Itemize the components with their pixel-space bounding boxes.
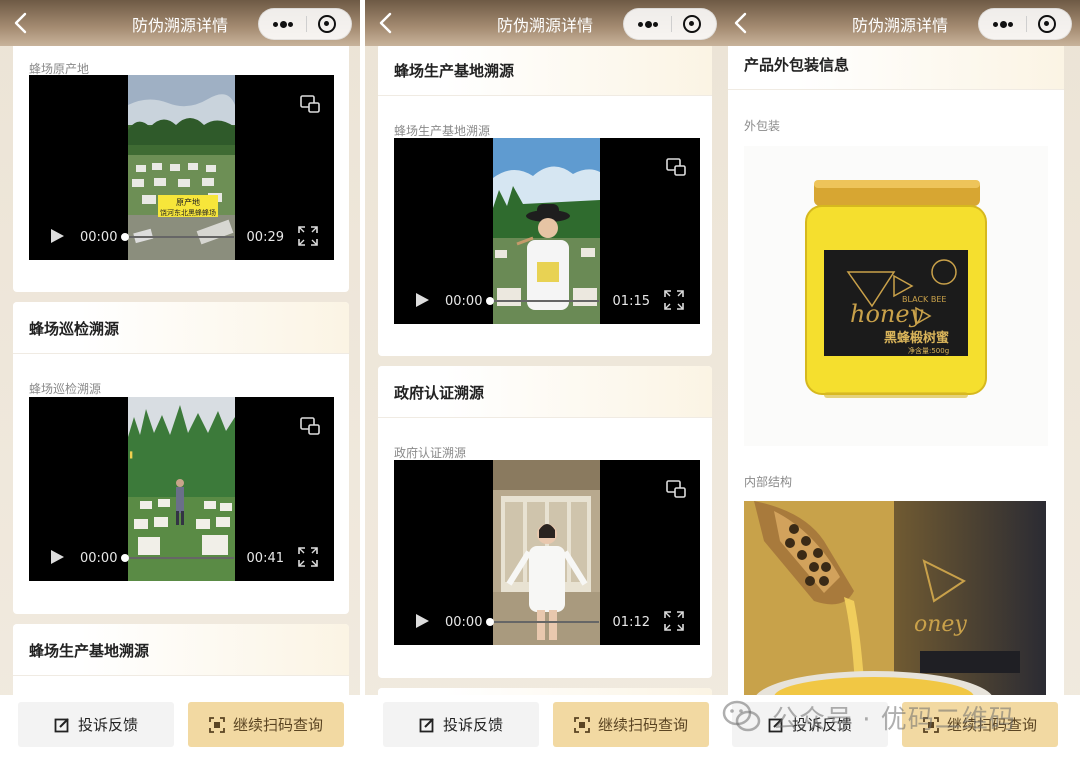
fullscreen-icon[interactable] bbox=[664, 290, 684, 310]
video-current-time: 00:00 bbox=[80, 230, 118, 245]
card-title: 蜂场生产基地溯源 bbox=[29, 642, 150, 660]
card-header: 蜂场巡检溯源 bbox=[13, 302, 349, 354]
fullscreen-icon[interactable] bbox=[664, 611, 684, 631]
more-dots-icon[interactable] bbox=[624, 9, 670, 39]
play-icon[interactable] bbox=[414, 613, 430, 629]
svg-text:饶河东北黑蜂蜂场: 饶河东北黑蜂蜂场 bbox=[160, 208, 216, 217]
video-duration: 01:15 bbox=[612, 294, 650, 309]
more-dots-icon[interactable] bbox=[259, 9, 305, 39]
nav-bar: 防伪溯源详情 bbox=[720, 0, 1080, 46]
play-icon[interactable] bbox=[49, 228, 65, 244]
inner-structure-image: oney bbox=[744, 501, 1046, 711]
fullscreen-icon[interactable] bbox=[298, 547, 318, 567]
more-dots-icon[interactable] bbox=[979, 9, 1025, 39]
watermark-text: 公众号 · 优码二维码 bbox=[772, 704, 1016, 735]
continue-scan-button-label: 继续扫码查询 bbox=[232, 716, 323, 734]
svg-text:原产地: 原产地 bbox=[176, 197, 200, 207]
screen-panel-3: 防伪溯源详情 产品外包装信息 外包装 BLACK BEE honey 黑蜂椴树蜜… bbox=[720, 0, 1080, 761]
svg-text:oney: oney bbox=[914, 612, 967, 637]
mini-program-capsule bbox=[623, 8, 717, 40]
trace-card-production-base: 蜂场生产基地溯源 蜂场生产基地溯源 00:00 01:15 bbox=[378, 44, 712, 356]
video-label: 蜂场生产基地溯源 bbox=[394, 124, 491, 138]
trace-card-inspection: 蜂场巡检溯源 蜂场巡检溯源 ▌ 00:00 00:41 bbox=[13, 302, 349, 614]
play-icon[interactable] bbox=[414, 292, 430, 308]
mini-program-capsule bbox=[978, 8, 1072, 40]
outer-package-image: BLACK BEE honey 黑蜂椴树蜜 净含量:500g bbox=[744, 146, 1048, 446]
edit-icon bbox=[419, 717, 434, 732]
wechat-icon bbox=[722, 700, 761, 732]
pip-icon[interactable] bbox=[666, 480, 686, 498]
fullscreen-icon[interactable] bbox=[298, 226, 318, 246]
video-progress-knob[interactable] bbox=[121, 233, 129, 241]
video-player[interactable]: 00:00 01:15 bbox=[394, 138, 700, 324]
svg-text:▌: ▌ bbox=[129, 451, 135, 459]
screen-panel-1: 防伪溯源详情 蜂场原产地 原产地 饶河东北黑蜂蜂场 00:00 00:29 蜂场… bbox=[0, 0, 360, 761]
complaint-button-label: 投诉反馈 bbox=[77, 716, 138, 734]
video-player[interactable]: ▌ 00:00 00:41 bbox=[29, 397, 334, 581]
product-script: honey bbox=[850, 300, 924, 328]
target-circle-icon[interactable] bbox=[670, 9, 716, 39]
video-current-time: 00:00 bbox=[445, 294, 483, 309]
card-header: 政府认证溯源 bbox=[378, 366, 712, 418]
video-player[interactable]: 00:00 01:12 bbox=[394, 460, 700, 645]
trace-card-government: 政府认证溯源 政府认证溯源 00:00 01:12 bbox=[378, 366, 712, 678]
complaint-button-label: 投诉反馈 bbox=[442, 716, 503, 734]
play-icon[interactable] bbox=[49, 549, 65, 565]
watermark: 公众号 · 优码二维码 bbox=[722, 697, 1016, 737]
video-progress-bar[interactable] bbox=[124, 557, 234, 559]
card-title: 蜂场生产基地溯源 bbox=[394, 62, 515, 80]
video-thumbnail-official bbox=[493, 460, 600, 645]
scan-icon bbox=[574, 716, 590, 733]
nav-bar: 防伪溯源详情 bbox=[365, 0, 725, 46]
product-name: 黑蜂椴树蜜 bbox=[884, 330, 949, 346]
product-net-weight: 净含量:500g bbox=[908, 346, 949, 355]
complaint-button[interactable]: 投诉反馈 bbox=[18, 702, 174, 747]
video-progress-knob[interactable] bbox=[486, 297, 494, 305]
video-progress-bar[interactable] bbox=[489, 621, 599, 623]
video-duration: 00:41 bbox=[246, 551, 284, 566]
card-header: 蜂场生产基地溯源 bbox=[378, 44, 712, 96]
card-title: 产品外包装信息 bbox=[744, 56, 850, 74]
target-circle-icon[interactable] bbox=[305, 9, 351, 39]
chevron-left-icon[interactable] bbox=[10, 10, 34, 36]
card-title: 蜂场巡检溯源 bbox=[29, 320, 120, 338]
video-label: 政府认证溯源 bbox=[394, 446, 467, 460]
pip-icon[interactable] bbox=[666, 158, 686, 176]
screen-panel-2: 防伪溯源详情 蜂场生产基地溯源 蜂场生产基地溯源 00:00 01:15 政府认… bbox=[365, 0, 725, 761]
complaint-button[interactable]: 投诉反馈 bbox=[383, 702, 539, 747]
video-progress-knob[interactable] bbox=[486, 618, 494, 626]
nav-bar: 防伪溯源详情 bbox=[0, 0, 360, 46]
target-circle-icon[interactable] bbox=[1025, 9, 1071, 39]
card-title: 政府认证溯源 bbox=[394, 384, 485, 402]
edit-icon bbox=[54, 717, 69, 732]
pip-icon[interactable] bbox=[300, 95, 320, 113]
continue-scan-button[interactable]: 继续扫码查询 bbox=[188, 702, 344, 747]
scan-icon bbox=[209, 716, 225, 733]
video-current-time: 00:00 bbox=[445, 615, 483, 630]
video-label: 蜂场巡检溯源 bbox=[29, 382, 102, 396]
video-thumbnail-inspection: ▌ bbox=[128, 397, 235, 581]
video-progress-bar[interactable] bbox=[124, 236, 234, 238]
bottom-action-bar: 投诉反馈 继续扫码查询 bbox=[0, 695, 360, 761]
card-header: 蜂场生产基地溯源 bbox=[13, 624, 349, 676]
inner-structure-label: 内部结构 bbox=[744, 475, 793, 489]
video-player[interactable]: 原产地 饶河东北黑蜂蜂场 00:00 00:29 bbox=[29, 75, 334, 260]
bottom-action-bar: 投诉反馈 继续扫码查询 bbox=[365, 695, 725, 761]
video-duration: 01:12 bbox=[612, 615, 650, 630]
product-packaging-card: 产品外包装信息 外包装 BLACK BEE honey 黑蜂椴树蜜 净含量:50… bbox=[728, 38, 1064, 758]
mini-program-capsule bbox=[258, 8, 352, 40]
pip-icon[interactable] bbox=[300, 417, 320, 435]
continue-scan-button[interactable]: 继续扫码查询 bbox=[553, 702, 709, 747]
trace-card-origin: 蜂场原产地 原产地 饶河东北黑蜂蜂场 00:00 00:29 bbox=[13, 40, 349, 292]
outer-package-label: 外包装 bbox=[744, 119, 781, 133]
chevron-left-icon[interactable] bbox=[375, 10, 399, 36]
video-progress-knob[interactable] bbox=[121, 554, 129, 562]
chevron-left-icon[interactable] bbox=[730, 10, 754, 36]
video-duration: 00:29 bbox=[246, 230, 284, 245]
video-current-time: 00:00 bbox=[80, 551, 118, 566]
video-thumbnail-apiary: 原产地 饶河东北黑蜂蜂场 bbox=[128, 75, 235, 260]
video-progress-bar[interactable] bbox=[489, 300, 599, 302]
continue-scan-button-label: 继续扫码查询 bbox=[597, 716, 688, 734]
video-thumbnail-beekeeper bbox=[493, 138, 600, 324]
